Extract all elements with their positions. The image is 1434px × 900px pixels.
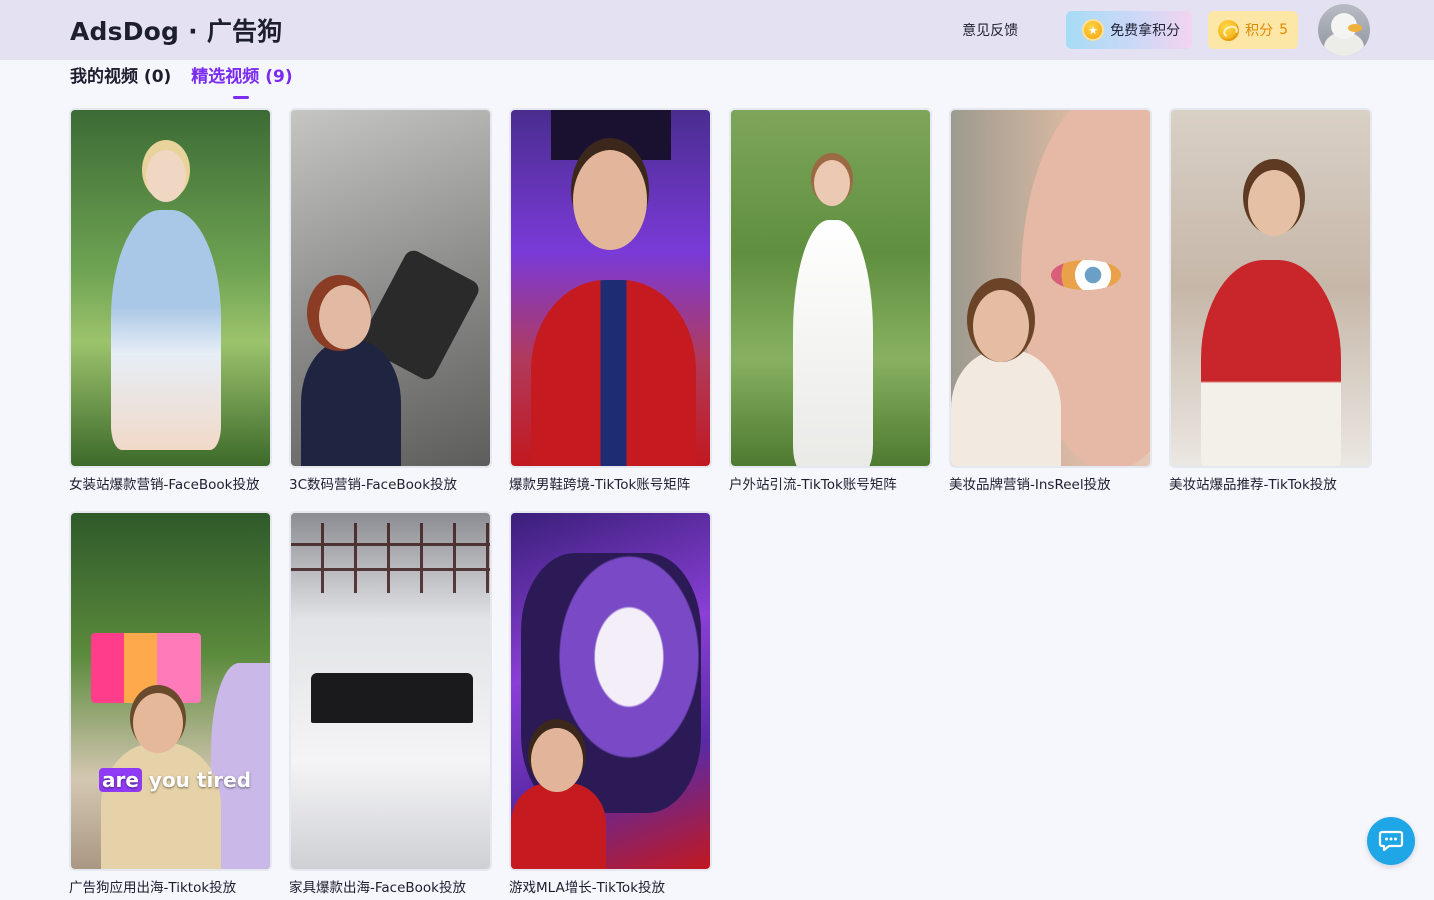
- video-title[interactable]: 美妆品牌营销-InsReel投放: [949, 473, 1152, 495]
- video-thumbnail[interactable]: [509, 108, 712, 468]
- free-points-label: 免费拿积分: [1110, 23, 1181, 39]
- thumbnail-head: [1248, 170, 1300, 236]
- video-thumbnail[interactable]: [949, 108, 1152, 468]
- video-card[interactable]: 游戏MLA增长-TikTok投放: [509, 511, 712, 898]
- video-title[interactable]: 家具爆款出海-FaceBook投放: [289, 876, 492, 898]
- video-card[interactable]: 美妆品牌营销-InsReel投放: [949, 108, 1152, 495]
- star-coin-icon: ★: [1082, 19, 1105, 41]
- video-card[interactable]: 户外站引流-TikTok账号矩阵: [729, 108, 932, 495]
- feedback-link[interactable]: 意见反馈: [962, 20, 1018, 40]
- video-thumbnail[interactable]: [289, 108, 492, 468]
- video-card[interactable]: 女装站爆款营销-FaceBook投放: [69, 108, 272, 495]
- thumbnail-head: [573, 150, 647, 250]
- video-title[interactable]: 美妆站爆品推荐-TikTok投放: [1169, 473, 1372, 495]
- video-thumbnail[interactable]: [1169, 108, 1372, 468]
- chat-support-button[interactable]: [1367, 817, 1415, 865]
- thumbnail-head: [146, 150, 186, 202]
- video-title[interactable]: 户外站引流-TikTok账号矩阵: [729, 473, 932, 495]
- thumbnail-figure: [101, 743, 221, 869]
- video-grid: 女装站爆款营销-FaceBook投放 3C数码营销-FaceBook投放 爆款男…: [69, 108, 1372, 898]
- header-actions: 意见反馈 ★ 免费拿积分 积分 5: [962, 4, 1370, 56]
- video-tabs: 我的视频 (0) 精选视频 (9): [70, 65, 293, 99]
- brand-name-en: AdsDog: [70, 17, 180, 46]
- avatar-duck-beak: [1348, 24, 1362, 32]
- thumbnail-head: [531, 728, 583, 792]
- thumbnail-figure: [951, 350, 1061, 466]
- thumbnail-figure: [111, 210, 221, 450]
- thumbnail-figure: [793, 220, 873, 466]
- thumbnail-head: [133, 693, 183, 753]
- top-header: AdsDog · 广告狗 意见反馈 ★ 免费拿积分 积分 5: [0, 0, 1434, 60]
- video-title[interactable]: 3C数码营销-FaceBook投放: [289, 473, 492, 495]
- points-label: 积分: [1245, 23, 1274, 39]
- brand-separator: ·: [188, 17, 198, 46]
- brand-logo[interactable]: AdsDog · 广告狗: [70, 12, 282, 48]
- video-card[interactable]: 家具爆款出海-FaceBook投放: [289, 511, 492, 898]
- brand-name-cn: 广告狗: [206, 17, 283, 46]
- thumbnail-figure: [531, 280, 696, 466]
- video-title[interactable]: 女装站爆款营销-FaceBook投放: [69, 473, 272, 495]
- video-card[interactable]: 3C数码营销-FaceBook投放: [289, 108, 492, 495]
- video-thumbnail[interactable]: [289, 511, 492, 871]
- thumbnail-head: [814, 160, 850, 206]
- video-thumbnail[interactable]: are you tired: [69, 511, 272, 871]
- subtitle-rest: you tired: [148, 768, 252, 792]
- thumbnail-ceiling-lights: [291, 523, 490, 593]
- tab-featured-videos[interactable]: 精选视频 (9): [191, 65, 293, 99]
- thumbnail-shopping-bags: [91, 633, 201, 703]
- thumbnail-figure: [1201, 260, 1341, 466]
- points-balance-button[interactable]: 积分 5: [1208, 11, 1298, 49]
- coin-icon: [1218, 19, 1240, 41]
- thumbnail-head: [973, 290, 1029, 362]
- points-value: 5: [1279, 22, 1288, 38]
- thumbnail-subtitle: are you tired: [99, 768, 251, 792]
- video-thumbnail[interactable]: [509, 511, 712, 871]
- subtitle-highlight: are: [99, 768, 142, 792]
- user-avatar[interactable]: [1318, 4, 1370, 56]
- thumbnail-figure: [301, 340, 401, 466]
- free-points-button[interactable]: ★ 免费拿积分: [1066, 11, 1193, 49]
- video-card[interactable]: 爆款男鞋跨境-TikTok账号矩阵: [509, 108, 712, 495]
- video-card[interactable]: are you tired 广告狗应用出海-Tiktok投放: [69, 511, 272, 898]
- thumbnail-head: [319, 285, 371, 349]
- video-title[interactable]: 爆款男鞋跨境-TikTok账号矩阵: [509, 473, 712, 495]
- tab-my-videos[interactable]: 我的视频 (0): [70, 65, 171, 99]
- thumbnail-sofa: [311, 673, 473, 723]
- chat-bubble-icon: [1378, 830, 1404, 852]
- video-card[interactable]: 美妆站爆品推荐-TikTok投放: [1169, 108, 1372, 495]
- video-title[interactable]: 广告狗应用出海-Tiktok投放: [69, 876, 272, 898]
- video-thumbnail[interactable]: [69, 108, 272, 468]
- thumbnail-presenter-body: [511, 783, 606, 869]
- video-thumbnail[interactable]: [729, 108, 932, 468]
- video-title[interactable]: 游戏MLA增长-TikTok投放: [509, 876, 712, 898]
- thumbnail-eye-makeup: [1051, 260, 1121, 290]
